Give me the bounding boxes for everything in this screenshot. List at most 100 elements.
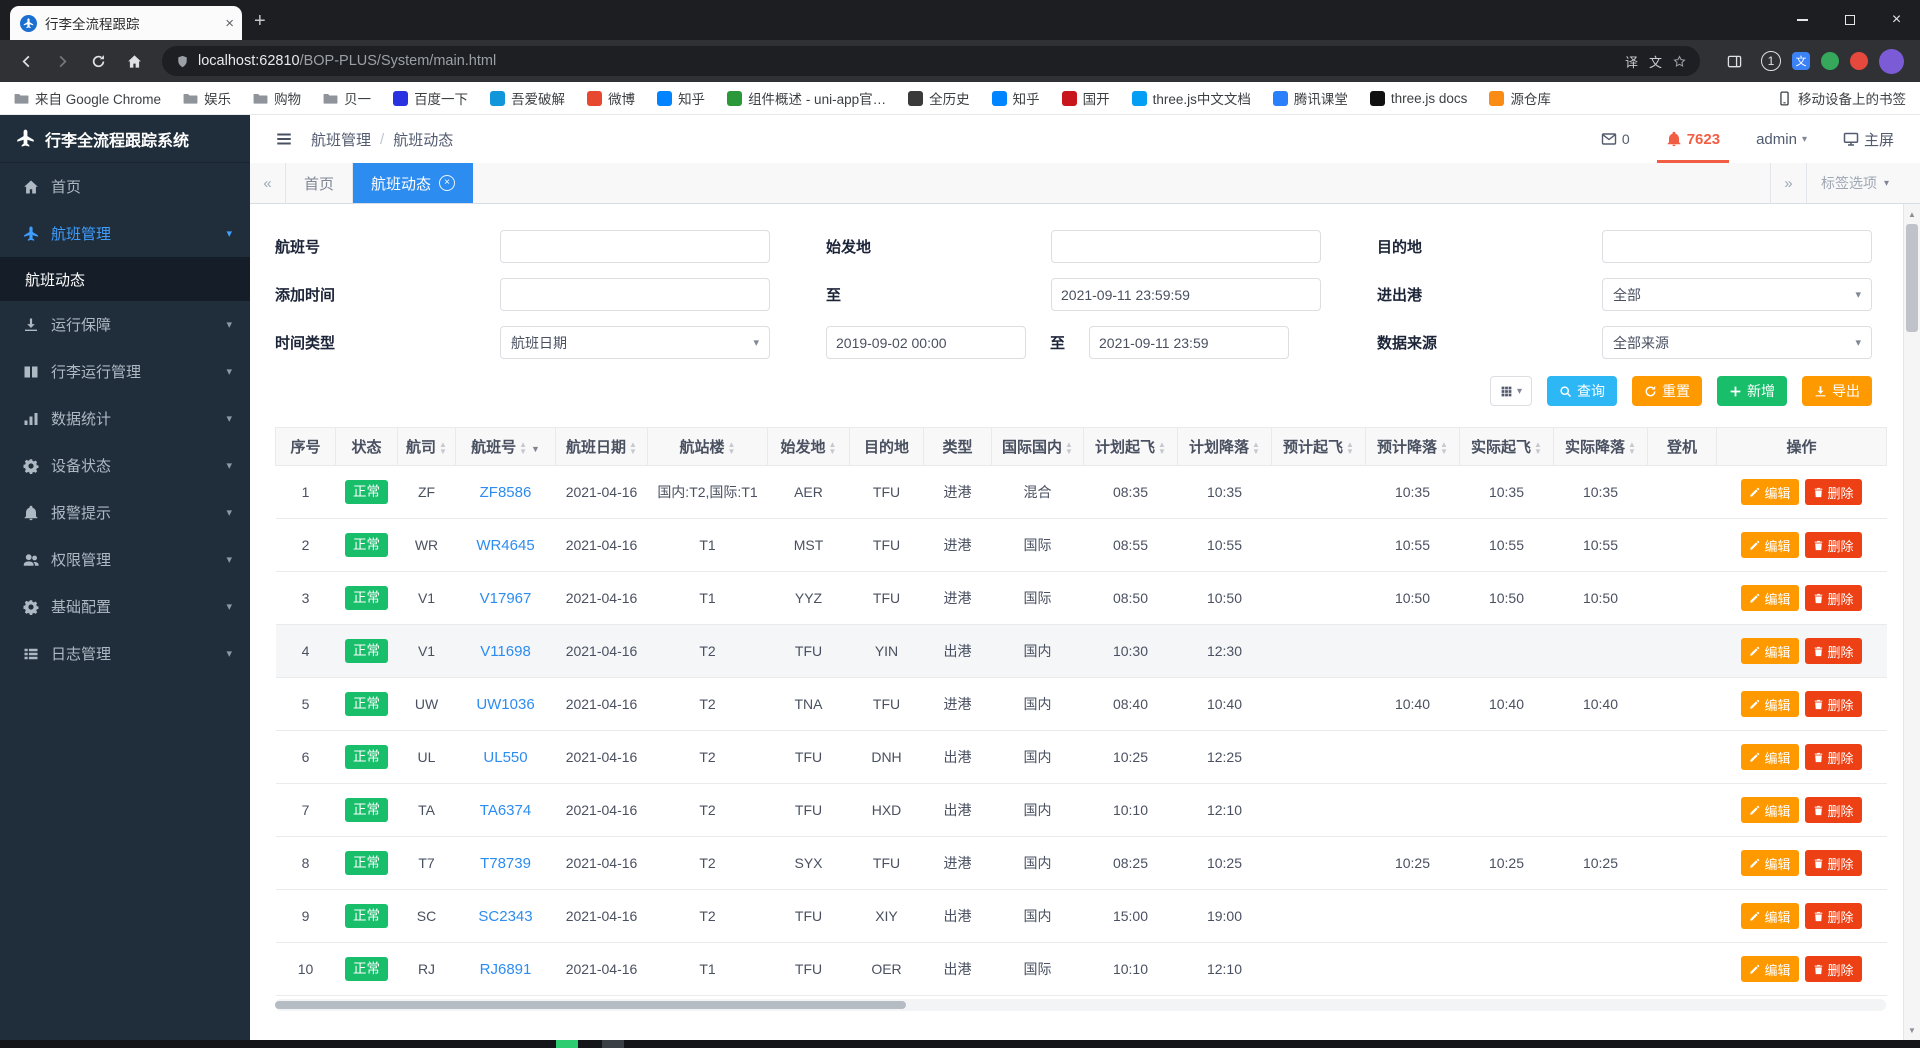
extension-dot-red-icon[interactable]: [1850, 52, 1868, 70]
reset-button[interactable]: 重置: [1632, 376, 1702, 406]
vertical-scrollbar[interactable]: ▲ ▼: [1903, 204, 1920, 1040]
bookmark-item[interactable]: 腾讯课堂: [1273, 88, 1348, 108]
add-time-input[interactable]: [500, 278, 770, 311]
edit-button[interactable]: 编辑: [1741, 903, 1798, 929]
bookmark-item[interactable]: 源仓库: [1489, 88, 1551, 108]
column-header[interactable]: 计划起飞▲▼: [1084, 428, 1178, 466]
add-time-to-input[interactable]: [1051, 278, 1321, 311]
tabs-scroll-right-button[interactable]: »: [1770, 163, 1806, 203]
column-header[interactable]: 航司▲▼: [398, 428, 456, 466]
sidebar-item-baggage-operation[interactable]: 行李运行管理▾: [0, 348, 250, 395]
side-panel-icon[interactable]: [1718, 45, 1750, 77]
sort-icon[interactable]: ▲▼: [1534, 441, 1542, 455]
tab-close-icon[interactable]: ×: [225, 15, 234, 32]
column-header[interactable]: 国际国内▲▼: [992, 428, 1084, 466]
sidebar-item-flight-management[interactable]: 航班管理▾: [0, 210, 250, 257]
extension-icon[interactable]: 译: [1625, 52, 1638, 71]
delete-button[interactable]: 删除: [1805, 797, 1862, 823]
delete-button[interactable]: 删除: [1805, 903, 1862, 929]
edit-button[interactable]: 编辑: [1741, 797, 1798, 823]
edit-button[interactable]: 编辑: [1741, 744, 1798, 770]
bookmark-item[interactable]: 微博: [587, 88, 635, 108]
window-minimize-button[interactable]: [1779, 0, 1826, 40]
translate-icon[interactable]: 文: [1649, 52, 1662, 71]
table-row[interactable]: 5正常UWUW10362021-04-16T2TNATFU进港国内08:4010…: [276, 678, 1887, 731]
delete-button[interactable]: 删除: [1805, 956, 1862, 982]
delete-button[interactable]: 删除: [1805, 479, 1862, 505]
tab-close-icon[interactable]: ×: [439, 175, 455, 191]
table-row[interactable]: 9正常SCSC23432021-04-16T2TFUXIY出港国内15:0019…: [276, 890, 1887, 943]
delete-button[interactable]: 删除: [1805, 691, 1862, 717]
bookmark-item[interactable]: 来自 Google Chrome: [14, 88, 161, 108]
flight-number-link[interactable]: V17967: [480, 590, 532, 607]
sort-icon[interactable]: ▲▼: [1158, 441, 1166, 455]
range-start-input[interactable]: [826, 326, 1026, 359]
reload-icon[interactable]: [82, 45, 114, 77]
delete-button[interactable]: 删除: [1805, 638, 1862, 664]
columns-toggle-button[interactable]: ▾: [1490, 376, 1532, 406]
bookmark-item[interactable]: 知乎: [657, 88, 705, 108]
bookmark-item[interactable]: 购物: [253, 88, 301, 108]
filter-icon[interactable]: ▼: [531, 444, 540, 454]
sort-icon[interactable]: ▲▼: [439, 441, 447, 455]
destination-input[interactable]: [1602, 230, 1872, 263]
query-button[interactable]: 查询: [1547, 376, 1617, 406]
browser-tab[interactable]: 行李全流程跟踪 ×: [10, 6, 242, 40]
browser-home-icon[interactable]: [118, 45, 150, 77]
delete-button[interactable]: 删除: [1805, 850, 1862, 876]
flight-number-link[interactable]: V11698: [480, 643, 531, 660]
flight-number-link[interactable]: UL550: [483, 749, 527, 766]
flight-number-input[interactable]: [500, 230, 770, 263]
edit-button[interactable]: 编辑: [1741, 638, 1798, 664]
user-menu[interactable]: admin ▾: [1756, 115, 1807, 163]
sort-icon[interactable]: ▲▼: [829, 441, 837, 455]
bookmark-item[interactable]: 组件概述 - uni-app官…: [727, 88, 886, 108]
sort-icon[interactable]: ▲▼: [519, 441, 527, 455]
update-badge-icon[interactable]: 1: [1761, 51, 1781, 71]
flight-number-link[interactable]: SC2343: [478, 908, 532, 925]
edit-button[interactable]: 编辑: [1741, 956, 1798, 982]
bookmark-item[interactable]: three.js中文文档: [1132, 88, 1251, 108]
column-header[interactable]: 实际降落▲▼: [1554, 428, 1648, 466]
tab-options-dropdown[interactable]: 标签选项 ▾: [1806, 163, 1903, 203]
back-icon[interactable]: [10, 45, 42, 77]
sort-icon[interactable]: ▲▼: [1628, 441, 1636, 455]
delete-button[interactable]: 删除: [1805, 585, 1862, 611]
mobile-bookmarks-item[interactable]: 移动设备上的书签: [1777, 88, 1906, 108]
scroll-down-arrow[interactable]: ▼: [1904, 1022, 1920, 1038]
flight-number-link[interactable]: RJ6891: [480, 961, 532, 978]
scrollbar-thumb[interactable]: [275, 1001, 906, 1009]
table-row[interactable]: 4正常V1V116982021-04-16T2TFUYIN出港国内10:3012…: [276, 625, 1887, 678]
export-button[interactable]: 导出: [1802, 376, 1872, 406]
edit-button[interactable]: 编辑: [1741, 532, 1798, 558]
sort-icon[interactable]: ▲▼: [728, 441, 736, 455]
bookmark-item[interactable]: 知乎: [992, 88, 1040, 108]
delete-button[interactable]: 删除: [1805, 744, 1862, 770]
sidebar-item-basic-config[interactable]: 基础配置▾: [0, 583, 250, 630]
sidebar-item-alarm-alerts[interactable]: 报警提示▾: [0, 489, 250, 536]
bookmark-item[interactable]: three.js docs: [1370, 91, 1468, 106]
sidebar-item-permissions[interactable]: 权限管理▾: [0, 536, 250, 583]
horizontal-scrollbar[interactable]: [275, 999, 1886, 1011]
sidebar-item-operation-support[interactable]: 运行保障▾: [0, 301, 250, 348]
sort-icon[interactable]: ▲▼: [1252, 441, 1260, 455]
address-bar[interactable]: localhost:62810/BOP-PLUS/System/main.htm…: [162, 46, 1700, 76]
scrollbar-thumb[interactable]: [1906, 224, 1918, 332]
tab-home[interactable]: 首页: [286, 163, 353, 203]
sidebar-item-device-status[interactable]: 设备状态▾: [0, 442, 250, 489]
profile-avatar[interactable]: [1879, 49, 1904, 74]
window-maximize-button[interactable]: [1826, 0, 1873, 40]
alerts-button[interactable]: 7623: [1666, 115, 1720, 163]
edit-button[interactable]: 编辑: [1741, 850, 1798, 876]
tab-flight-dynamics[interactable]: 航班动态 ×: [353, 163, 473, 203]
table-row[interactable]: 1正常ZFZF85862021-04-16国内:T2,国际:T1AERTFU进港…: [276, 466, 1887, 519]
sidebar-subitem[interactable]: 航班动态: [0, 257, 250, 301]
sort-icon[interactable]: ▲▼: [1065, 441, 1073, 455]
table-row[interactable]: 3正常V1V179672021-04-16T1YYZTFU进港国际08:5010…: [276, 572, 1887, 625]
column-header[interactable]: 实际起飞▲▼: [1460, 428, 1554, 466]
sort-icon[interactable]: ▲▼: [629, 441, 637, 455]
bookmark-item[interactable]: 百度一下: [393, 88, 468, 108]
bookmark-item[interactable]: 贝一: [323, 88, 371, 108]
flight-number-link[interactable]: UW1036: [476, 696, 534, 713]
column-header[interactable]: 航站楼▲▼: [648, 428, 768, 466]
